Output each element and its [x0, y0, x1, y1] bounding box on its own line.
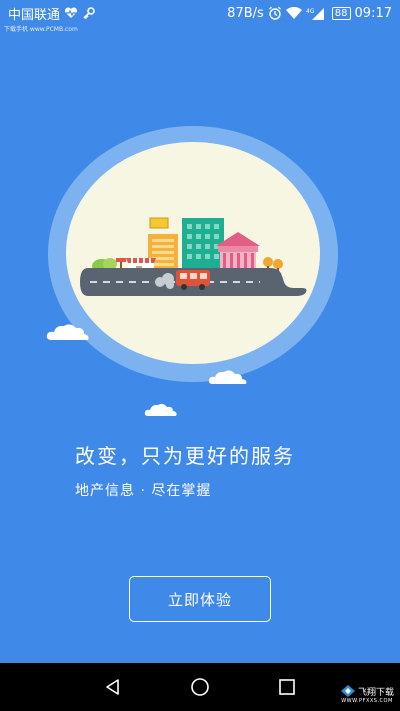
- heart-pulse-icon: [64, 7, 78, 19]
- watermark-text: 飞翔下载: [357, 687, 394, 698]
- battery-indicator: 88: [331, 6, 351, 20]
- cloud-left: [46, 324, 89, 340]
- back-icon[interactable]: [98, 672, 128, 702]
- watermark-logo-icon: [340, 685, 355, 697]
- recents-icon[interactable]: [272, 672, 302, 702]
- city-illustration: [92, 217, 283, 276]
- network-type-label: 4G: [306, 8, 315, 15]
- home-icon[interactable]: [185, 672, 215, 702]
- slogan-heading: 改变，只为更好的服务: [75, 444, 295, 468]
- carrier-name: 中国联通: [8, 7, 61, 23]
- road: [80, 268, 307, 296]
- subtitle-text: 地产信息 · 尽在掌握: [75, 483, 212, 499]
- start-experience-button[interactable]: 立即体验: [129, 576, 271, 622]
- watermark-url: WWW.PFXXS.COM: [341, 698, 393, 704]
- cloud-small: [144, 403, 177, 416]
- alarm-icon: [268, 6, 282, 20]
- wifi-icon: [285, 7, 302, 19]
- clock: 09:17: [354, 5, 392, 21]
- ad-strip: 下载手机 www.PCMB.com: [4, 26, 78, 33]
- signal-icon: 4G: [306, 7, 326, 20]
- cloud-right: [208, 370, 247, 384]
- status-bar: 中国联通 87B/s 4G 88 09:17: [0, 0, 400, 26]
- watermark: 飞翔下载 WWW.PFXXS.COM: [337, 680, 397, 708]
- net-speed: 87B/s: [227, 5, 264, 21]
- key-icon: [82, 6, 95, 20]
